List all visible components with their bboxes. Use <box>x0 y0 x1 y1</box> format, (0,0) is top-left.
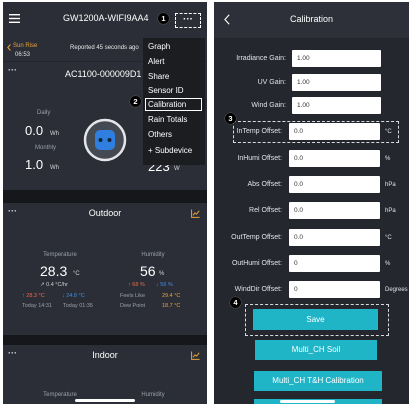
irradiance-gain-input[interactable] <box>292 50 381 67</box>
feels-like-label: Feels Like <box>120 293 146 299</box>
inhumi-offset-unit: % <box>385 156 391 162</box>
sunrise-time: 06:53 <box>15 52 31 58</box>
outhumi-offset-unit: % <box>385 261 391 267</box>
chart-icon[interactable] <box>191 209 200 218</box>
card-more-button[interactable]: ··· <box>8 66 17 75</box>
menu-item-add-subdevice[interactable]: + Subdevice <box>145 144 202 157</box>
chevron-left-icon[interactable] <box>7 44 11 51</box>
abs-offset-unit: hPa <box>385 182 396 188</box>
reported-status: Reported 45 seconds ago <box>70 45 139 51</box>
daily-unit: Wh <box>50 131 59 137</box>
home-indicator[interactable] <box>75 399 135 402</box>
menu-item-share[interactable]: Share <box>145 70 202 83</box>
outdoor-card: ··· Outdoor Temperature Humidity 28.3 °C… <box>3 203 207 335</box>
humidity-low: ↓ 56 % <box>156 282 173 288</box>
more-menu-button[interactable]: ··· <box>175 13 201 28</box>
rel-offset-input[interactable] <box>289 202 380 219</box>
home-indicator[interactable] <box>280 400 335 403</box>
temperature-low: ↓ 24.8 °C <box>62 293 85 299</box>
monthly-value: 1.0 <box>25 157 44 172</box>
temperature-label: Temperature <box>43 392 77 398</box>
wind-gain-input[interactable] <box>292 97 381 114</box>
callout-1: 1 <box>158 13 169 24</box>
multi-ch-soil-button[interactable]: Multi_CH Soil <box>255 340 377 360</box>
callout-2: 2 <box>130 96 141 107</box>
menu-item-calibration[interactable]: Calibration <box>145 98 202 111</box>
rel-offset-label: Rel Offset: <box>249 207 282 214</box>
menu-item-others[interactable]: Others <box>145 128 202 141</box>
chart-icon[interactable] <box>191 351 200 360</box>
top-bar: Calibration <box>214 2 409 38</box>
menu-item-rain-totals[interactable]: Rain Totals <box>145 113 202 126</box>
device-dropdown-menu: Graph Alert Share Sensor ID Calibration … <box>143 38 205 165</box>
humidity-unit: % <box>159 271 165 277</box>
humidity-high: ↑ 68 % <box>128 282 145 288</box>
monthly-label: Monthly <box>35 145 57 151</box>
humidity-label: Humidity <box>141 392 165 398</box>
menu-item-alert[interactable]: Alert <box>145 55 202 68</box>
outdoor-title: Outdoor <box>88 208 122 218</box>
temperature-label: Temperature <box>43 252 77 258</box>
daily-label: Daily <box>37 110 51 116</box>
menu-item-sensor-id[interactable]: Sensor ID <box>145 84 202 97</box>
feels-like-value: 29.4 °C <box>162 293 181 299</box>
outtemp-offset-input[interactable] <box>289 229 380 246</box>
inhumi-offset-label: InHumi Offset: <box>237 155 282 162</box>
temperature-low-time: Today 01:35 <box>63 303 93 309</box>
save-button[interactable]: Save <box>253 309 378 330</box>
winddir-offset-label: WindDir Offset: <box>234 286 282 293</box>
winddir-offset-unit: Degrees <box>385 287 408 293</box>
callout-3: 3 <box>225 113 236 124</box>
dashboard-screen: GW1200A-WIFI9AA4 1 ··· Sun Rise 06:53 Re… <box>3 2 207 404</box>
humidity-label: Humidity <box>141 252 165 258</box>
power-unit: W <box>174 166 180 172</box>
hamburger-icon[interactable] <box>9 14 20 23</box>
callout-4: 4 <box>230 297 241 308</box>
gateway-title: GW1200A-WIFI9AA4 <box>63 13 149 23</box>
menu-item-graph[interactable]: Graph <box>145 40 202 53</box>
device-title: AC1100-000009D1 <box>65 69 142 79</box>
temperature-trend: ↗ 0.4 °C/hr <box>40 282 68 288</box>
indoor-title: Indoor <box>92 350 118 360</box>
daily-value: 0.0 <box>25 123 44 138</box>
temperature-high: ↑ 28.3 °C <box>22 293 45 299</box>
winddir-offset-input[interactable] <box>289 281 380 298</box>
outhumi-offset-label: OutHumi Offset: <box>231 260 282 267</box>
multi-ch-th-calibration-button[interactable]: Multi_CH T&H Calibration <box>254 371 382 391</box>
top-bar: GW1200A-WIFI9AA4 1 ··· <box>3 2 207 40</box>
outhumi-offset-input[interactable] <box>289 255 380 272</box>
outtemp-offset-label: OutTemp Offset: <box>231 234 282 241</box>
page-title: Calibration <box>289 14 334 24</box>
rel-offset-unit: hPa <box>385 208 396 214</box>
wind-gain-label: Wind Gain: <box>251 102 286 109</box>
outtemp-offset-unit: °C <box>385 235 392 241</box>
dew-point-value: 18.7 °C <box>162 303 181 309</box>
temperature-unit: °C <box>73 271 80 277</box>
plug-icon[interactable] <box>83 118 127 162</box>
more-icon: ··· <box>183 14 193 25</box>
calibration-screen: Calibration Irradiance Gain: UV Gain: Wi… <box>214 2 409 404</box>
intemp-offset-highlight <box>233 121 399 143</box>
dew-point-label: Dew Point <box>120 303 146 309</box>
inhumi-offset-input[interactable] <box>289 150 380 167</box>
abs-offset-input[interactable] <box>289 176 380 193</box>
monthly-unit: Wh <box>50 165 59 171</box>
abs-offset-label: Abs Offset: <box>247 181 283 188</box>
indoor-card: ··· Indoor Temperature Humidity <box>3 345 207 404</box>
temperature-high-time: Today 14:31 <box>22 303 52 309</box>
uv-gain-label: UV Gain: <box>257 79 286 86</box>
uv-gain-input[interactable] <box>292 74 381 91</box>
humidity-value: 56 <box>140 263 156 279</box>
irradiance-gain-label: Irradiance Gain: <box>236 55 286 62</box>
temperature-value: 28.3 <box>40 263 68 279</box>
sunrise-label: Sun Rise <box>13 43 38 49</box>
